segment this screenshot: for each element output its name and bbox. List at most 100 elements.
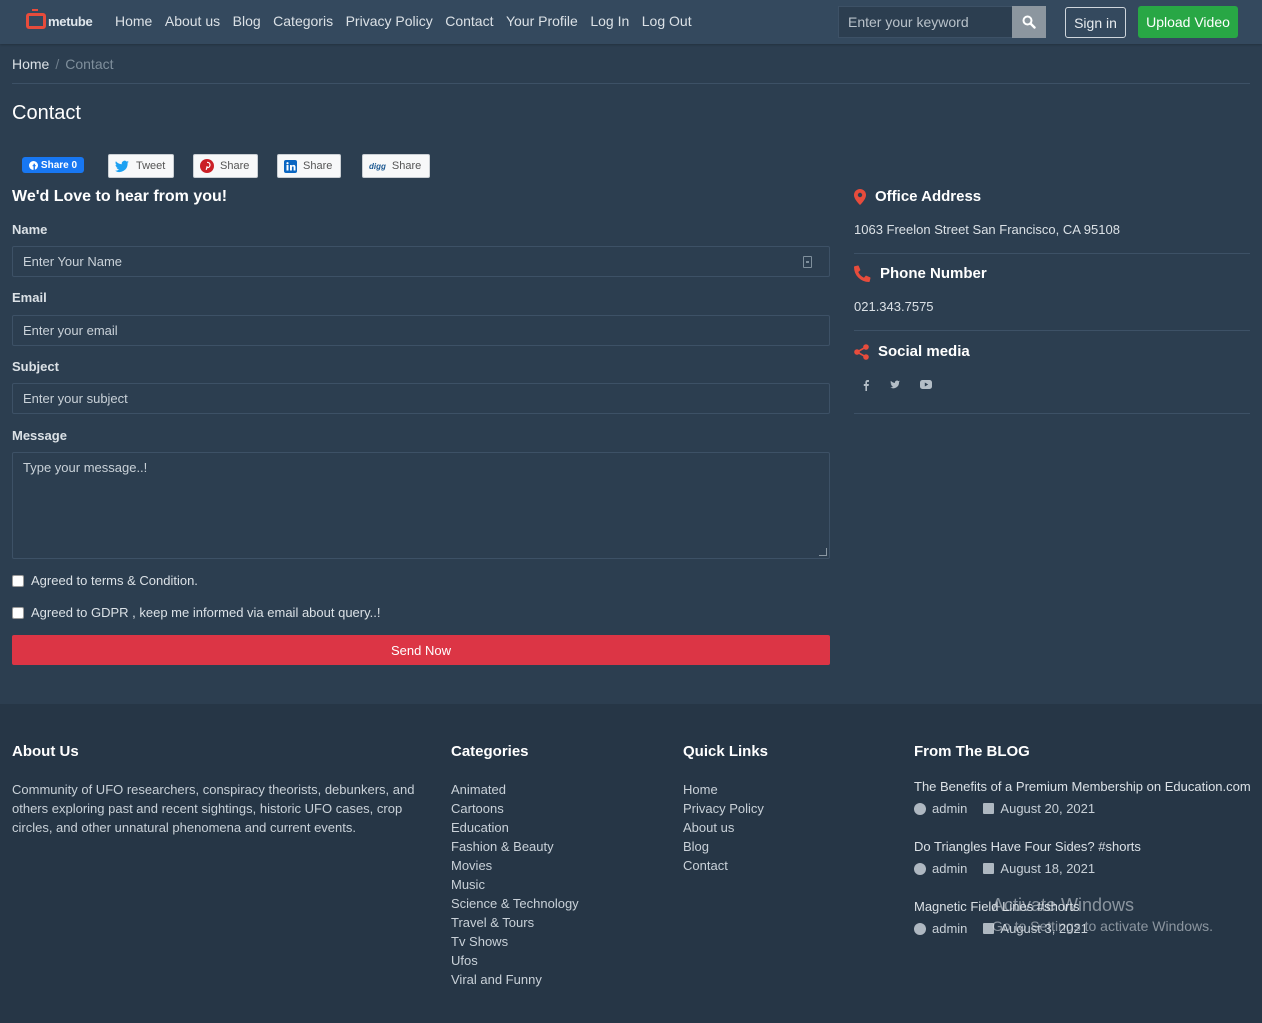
office-address-title: Office Address	[875, 188, 982, 205]
message-placeholder: Type your message..!	[23, 460, 148, 475]
windows-activation-watermark: Activate Windows Go to Settings to activ…	[992, 895, 1213, 934]
twitter-share-button[interactable]: Tweet	[108, 154, 175, 178]
name-label: Name	[12, 222, 48, 237]
nav-link-login[interactable]: Log In	[590, 13, 629, 29]
pinterest-share-button[interactable]: Share	[193, 154, 259, 178]
phone-number-text: 021.343.7575	[854, 299, 934, 314]
quick-link[interactable]: Blog	[683, 837, 764, 856]
social-media-heading: Social media	[854, 343, 970, 360]
gdpr-checkbox[interactable]	[12, 606, 24, 619]
navbar: metube Home About us Blog Categoris Priv…	[0, 0, 1262, 44]
category-link[interactable]: Education	[451, 818, 579, 837]
quick-link[interactable]: Privacy Policy	[683, 799, 764, 818]
category-link[interactable]: Ufos	[451, 951, 579, 970]
linkedin-share-button[interactable]: Share	[277, 154, 342, 178]
twitter-icon	[115, 160, 129, 172]
category-link[interactable]: Science & Technology	[451, 894, 579, 913]
upload-video-button[interactable]: Upload Video	[1138, 6, 1238, 38]
category-link[interactable]: Animated	[451, 780, 579, 799]
blog-post-author[interactable]: admin	[932, 861, 967, 876]
nav-link-home[interactable]: Home	[115, 13, 152, 29]
blog-post: The Benefits of a Premium Membership on …	[914, 779, 1251, 816]
footer-quick-links-list: Home Privacy Policy About us Blog Contac…	[683, 780, 764, 875]
linkedin-share-label: Share	[303, 160, 333, 172]
phone-number-heading: Phone Number	[854, 265, 987, 282]
gdpr-checkbox-row: Agreed to GDPR , keep me informed via em…	[12, 605, 380, 620]
divider	[12, 83, 1250, 84]
share-nodes-icon	[854, 343, 869, 360]
form-heading: We'd Love to hear from you!	[12, 188, 228, 205]
pinterest-icon	[200, 159, 214, 173]
category-link[interactable]: Music	[451, 875, 579, 894]
send-now-button[interactable]: Send Now	[12, 635, 830, 665]
search-input[interactable]	[838, 6, 1012, 38]
nav-link-contact[interactable]: Contact	[445, 13, 493, 29]
digg-share-button[interactable]: digg Share	[362, 154, 431, 178]
blog-post-date: August 18, 2021	[1000, 861, 1096, 876]
facebook-icon	[28, 160, 38, 170]
twitter-share-label: Tweet	[136, 160, 166, 172]
nav-link-profile[interactable]: Your Profile	[506, 13, 578, 29]
calendar-icon	[983, 863, 995, 874]
signin-button[interactable]: Sign in	[1065, 7, 1126, 38]
resize-handle-icon[interactable]	[819, 548, 827, 556]
twitter-icon[interactable]	[890, 380, 901, 392]
office-address-heading: Office Address	[854, 188, 981, 205]
blog-post-author[interactable]: admin	[932, 801, 967, 816]
nav-link-privacy[interactable]: Privacy Policy	[346, 13, 433, 29]
calendar-icon	[983, 803, 995, 814]
quick-link[interactable]: Contact	[683, 856, 764, 875]
breadcrumb-home[interactable]: Home	[12, 56, 49, 72]
category-link[interactable]: Cartoons	[451, 799, 579, 818]
facebook-icon[interactable]	[863, 380, 869, 394]
user-circle-icon	[914, 802, 926, 815]
breadcrumb-current: Contact	[65, 56, 114, 72]
divider	[854, 253, 1250, 254]
social-media-title: Social media	[878, 343, 970, 360]
phone-icon	[854, 265, 871, 282]
subject-field-placeholder: Enter your subject	[23, 391, 128, 406]
message-textarea[interactable]: Type your message..!	[12, 452, 830, 559]
nav-link-categories[interactable]: Categoris	[273, 13, 333, 29]
blog-post-title[interactable]: The Benefits of a Premium Membership on …	[914, 779, 1251, 794]
blog-post: Do Triangles Have Four Sides? #shorts ad…	[914, 839, 1141, 876]
footer-categories-list: Animated Cartoons Education Fashion & Be…	[451, 780, 579, 989]
category-link[interactable]: Fashion & Beauty	[451, 837, 579, 856]
blog-post-title[interactable]: Do Triangles Have Four Sides? #shorts	[914, 839, 1141, 854]
footer-categories-heading: Categories	[451, 743, 529, 760]
user-circle-icon	[914, 862, 926, 875]
breadcrumb-separator: /	[55, 56, 60, 72]
subject-field[interactable]: Enter your subject	[12, 383, 830, 414]
category-link[interactable]: Movies	[451, 856, 579, 875]
logo-text: metube	[48, 13, 93, 29]
email-field[interactable]: Enter your email	[12, 315, 830, 346]
search-button[interactable]	[1012, 6, 1046, 38]
quick-link[interactable]: About us	[683, 818, 764, 837]
name-field[interactable]: Enter Your Name	[12, 246, 830, 277]
divider	[854, 413, 1250, 414]
email-label: Email	[12, 290, 47, 305]
map-marker-icon	[854, 188, 866, 205]
footer-quick-links-heading: Quick Links	[683, 743, 769, 760]
terms-checkbox[interactable]	[12, 574, 24, 587]
digg-share-label: Share	[391, 160, 422, 172]
divider	[854, 330, 1250, 331]
facebook-share-button[interactable]: Share 0	[22, 157, 84, 173]
nav-link-about[interactable]: About us	[165, 13, 220, 29]
youtube-icon[interactable]	[920, 380, 932, 392]
blog-post-author[interactable]: admin	[932, 921, 967, 936]
nav-link-logout[interactable]: Log Out	[642, 13, 692, 29]
autofill-icon[interactable]	[803, 256, 812, 268]
nav-link-blog[interactable]: Blog	[233, 13, 261, 29]
category-link[interactable]: Tv Shows	[451, 932, 579, 951]
blog-post-date: August 20, 2021	[1000, 801, 1096, 816]
pinterest-share-label: Share	[220, 160, 250, 172]
phone-number-title: Phone Number	[880, 265, 987, 282]
site-logo[interactable]: metube	[26, 9, 93, 29]
quick-link[interactable]: Home	[683, 780, 764, 799]
footer-about-heading: About Us	[12, 743, 79, 760]
category-link[interactable]: Travel & Tours	[451, 913, 579, 932]
office-address-text: 1063 Freelon Street San Francisco, CA 95…	[854, 222, 1120, 237]
category-link[interactable]: Viral and Funny	[451, 970, 579, 989]
search-bar	[838, 6, 1046, 38]
